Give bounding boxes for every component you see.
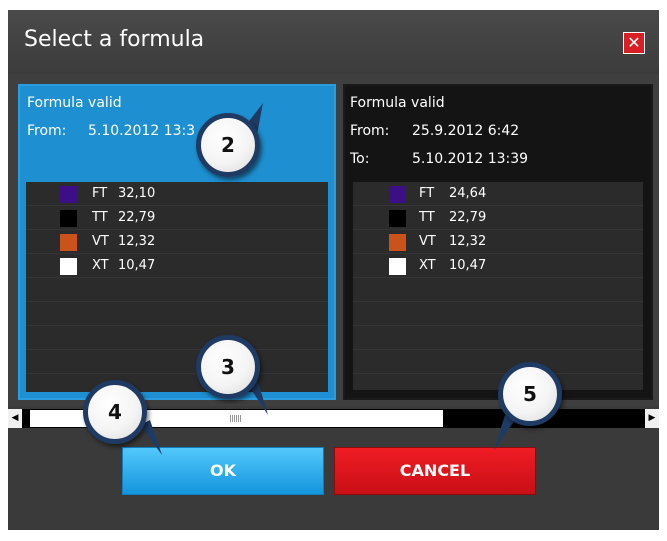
- color-swatch: [389, 210, 406, 227]
- color-swatch: [60, 258, 77, 275]
- list-item: TT 22,79: [353, 206, 643, 230]
- color-swatch: [60, 210, 77, 227]
- color-swatch: [60, 234, 77, 251]
- list-item: VT 12,32: [26, 230, 328, 254]
- item-value: 32,10: [118, 186, 156, 201]
- item-code: FT: [92, 186, 108, 201]
- from-label: From:: [27, 123, 67, 139]
- color-swatch: [389, 258, 406, 275]
- cancel-button[interactable]: CANCEL: [334, 447, 536, 495]
- title-bar: Select a formula ✕: [8, 10, 659, 72]
- item-code: VT: [92, 234, 109, 249]
- list-item: XT 10,47: [353, 254, 643, 278]
- item-code: FT: [419, 186, 435, 201]
- to-label: To:: [350, 151, 370, 167]
- item-value: 22,79: [449, 210, 487, 225]
- formula-panel-2[interactable]: Formula valid From: 25.9.2012 6:42 To: 5…: [343, 84, 653, 400]
- from-value: 5.10.2012 13:3: [88, 123, 196, 139]
- callout-marker: 3: [196, 335, 260, 399]
- from-value: 25.9.2012 6:42: [412, 123, 520, 139]
- item-code: XT: [92, 258, 109, 273]
- item-value: 24,64: [449, 186, 487, 201]
- callout-marker: 4: [83, 380, 147, 444]
- color-swatch: [389, 186, 406, 203]
- item-code: XT: [419, 258, 436, 273]
- grip-icon: [230, 415, 241, 422]
- panel-header: Formula valid From: 25.9.2012 6:42 To: 5…: [345, 86, 651, 182]
- to-value: 5.10.2012 13:39: [412, 151, 529, 167]
- list-item: TT 22,79: [26, 206, 328, 230]
- formula-status: Formula valid: [27, 95, 122, 111]
- from-label: From:: [350, 123, 390, 139]
- scroll-right-icon[interactable]: ▶: [645, 409, 659, 428]
- ingredient-list: FT 24,64 TT 22,79 VT 12,32 XT 10,47: [353, 182, 643, 390]
- formula-panel-1[interactable]: Formula valid From: 5.10.2012 13:3 FT 32…: [18, 84, 336, 400]
- panel-header: Formula valid From: 5.10.2012 13:3: [20, 86, 334, 182]
- list-item: XT 10,47: [26, 254, 328, 278]
- ingredient-list: FT 32,10 TT 22,79 VT 12,32 XT 10,47: [26, 182, 328, 392]
- item-value: 10,47: [449, 258, 487, 273]
- formula-status: Formula valid: [350, 95, 445, 111]
- list-item: FT 24,64: [353, 182, 643, 206]
- list-item: VT 12,32: [353, 230, 643, 254]
- item-code: TT: [419, 210, 435, 225]
- callout-marker: 5: [498, 362, 562, 426]
- item-code: TT: [92, 210, 108, 225]
- item-value: 22,79: [118, 210, 156, 225]
- item-value: 10,47: [118, 258, 156, 273]
- close-icon[interactable]: ✕: [623, 32, 645, 54]
- dialog-title: Select a formula: [24, 27, 205, 52]
- item-code: VT: [419, 234, 436, 249]
- item-value: 12,32: [449, 234, 487, 249]
- color-swatch: [60, 186, 77, 203]
- scroll-left-icon[interactable]: ◀: [8, 409, 22, 428]
- item-value: 12,32: [118, 234, 156, 249]
- color-swatch: [389, 234, 406, 251]
- ok-button[interactable]: OK: [122, 447, 324, 495]
- list-item: FT 32,10: [26, 182, 328, 206]
- callout-marker: 2: [196, 113, 260, 177]
